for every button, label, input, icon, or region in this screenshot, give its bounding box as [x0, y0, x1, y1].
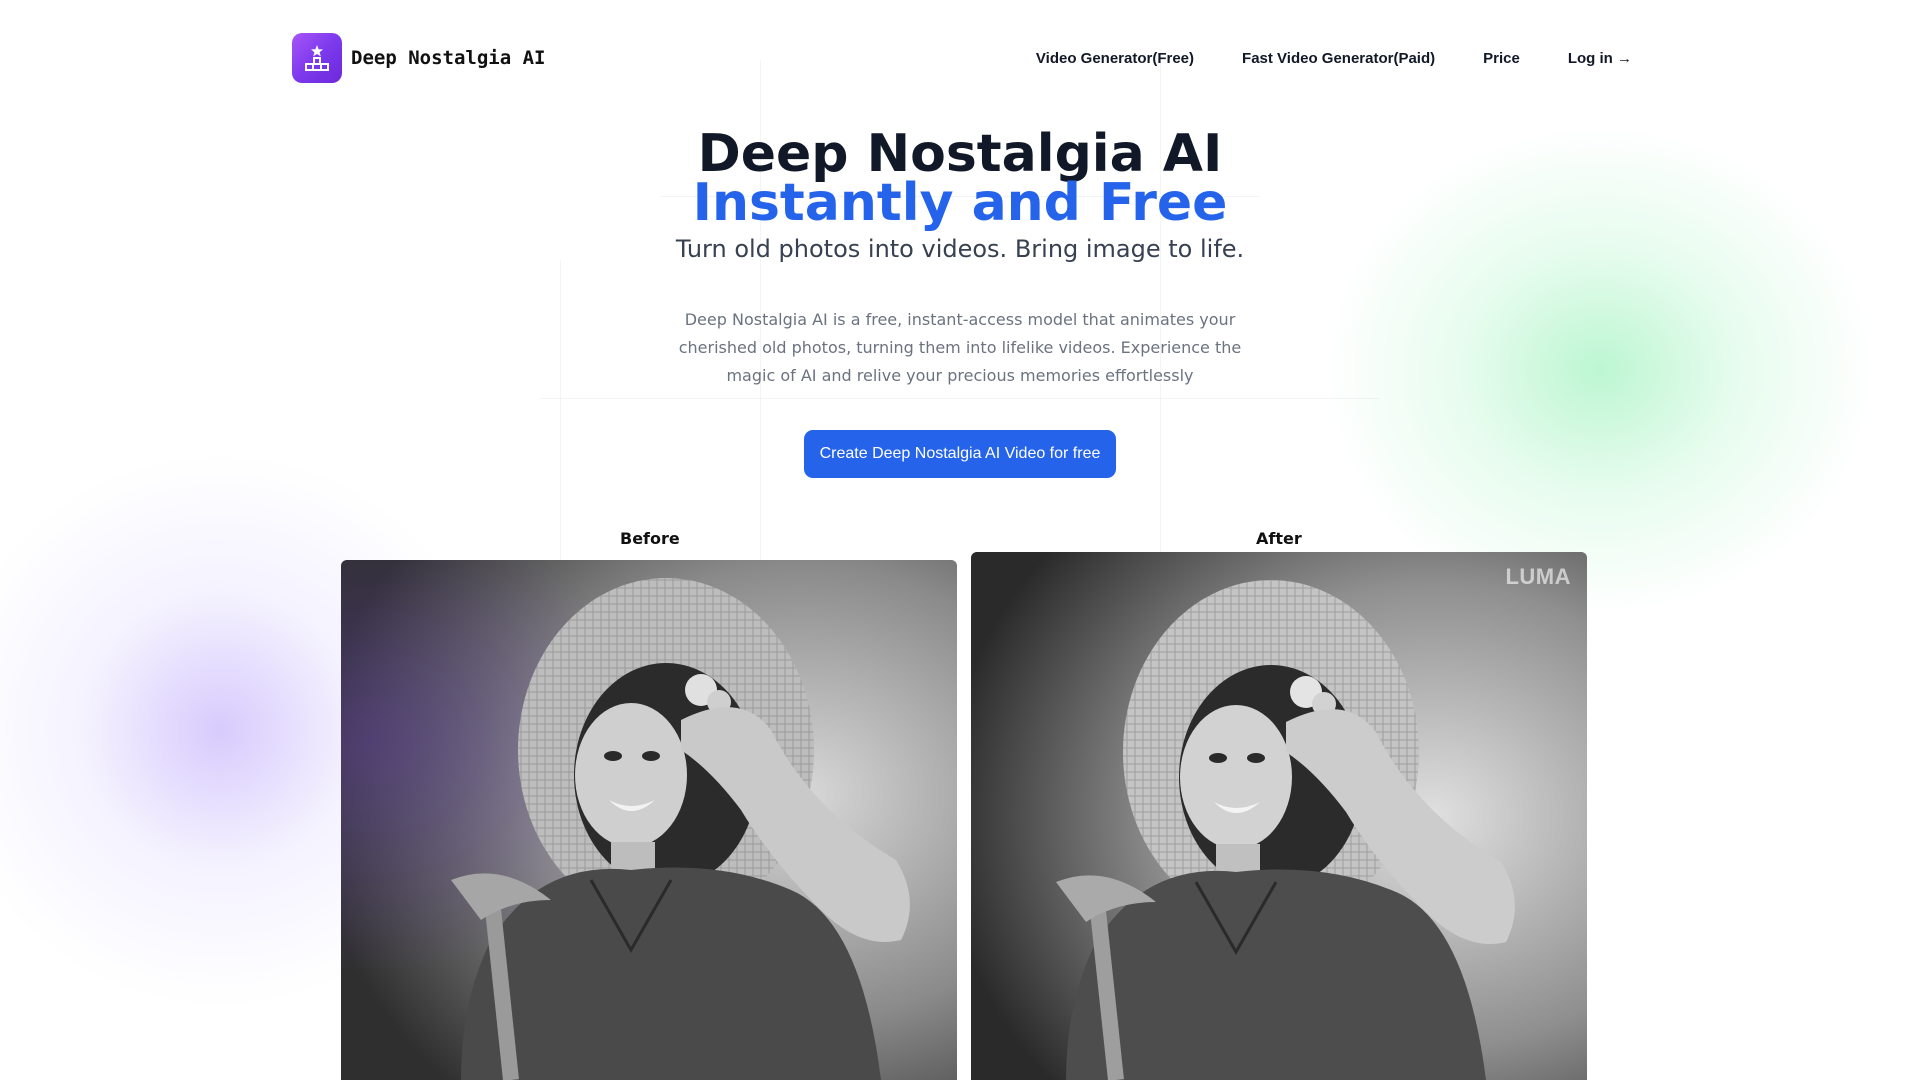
- nav-fast-video-generator-paid[interactable]: Fast Video Generator(Paid): [1242, 50, 1435, 67]
- site-header: Deep Nostalgia AI Video Generator(Free) …: [292, 32, 1632, 84]
- before-photo: [341, 560, 957, 1080]
- before-label: Before: [620, 529, 680, 548]
- brand-home-link[interactable]: Deep Nostalgia AI: [292, 33, 545, 83]
- luma-watermark: LUMA: [1505, 564, 1571, 589]
- hero-description-line: cherished old photos, turning them into …: [678, 338, 1242, 357]
- hero-description-line: magic of AI and relive your precious mem…: [726, 366, 1194, 385]
- page: Deep Nostalgia AI Video Generator(Free) …: [0, 0, 1920, 1080]
- hero-description-line: Deep Nostalgia AI is a free, instant-acc…: [684, 310, 1236, 329]
- nav-video-generator-free[interactable]: Video Generator(Free): [1036, 50, 1194, 67]
- woman-saluting-photo-before: [341, 560, 957, 1080]
- create-video-button[interactable]: Create Deep Nostalgia AI Video for free: [803, 430, 1117, 478]
- hero-subtitle: Turn old photos into videos. Bring image…: [675, 235, 1245, 263]
- nav-login[interactable]: Log in →: [1568, 50, 1632, 67]
- woman-saluting-photo-after: [971, 552, 1587, 1080]
- hero-title: Deep Nostalgia AI: [697, 124, 1223, 184]
- brand-name: Deep Nostalgia AI: [351, 47, 546, 69]
- hero-description: Deep Nostalgia AI is a free, instant-acc…: [660, 306, 1260, 390]
- nav-price[interactable]: Price: [1483, 50, 1520, 67]
- podium-star-icon: [292, 33, 342, 83]
- hero-title-accent: Instantly and Free: [692, 173, 1228, 233]
- after-label: After: [1256, 529, 1302, 548]
- main-nav: Video Generator(Free) Fast Video Generat…: [1036, 50, 1632, 67]
- hero-section: Deep Nostalgia AI Instantly and Free Tur…: [0, 124, 1920, 478]
- after-video[interactable]: LUMA: [971, 552, 1587, 1080]
